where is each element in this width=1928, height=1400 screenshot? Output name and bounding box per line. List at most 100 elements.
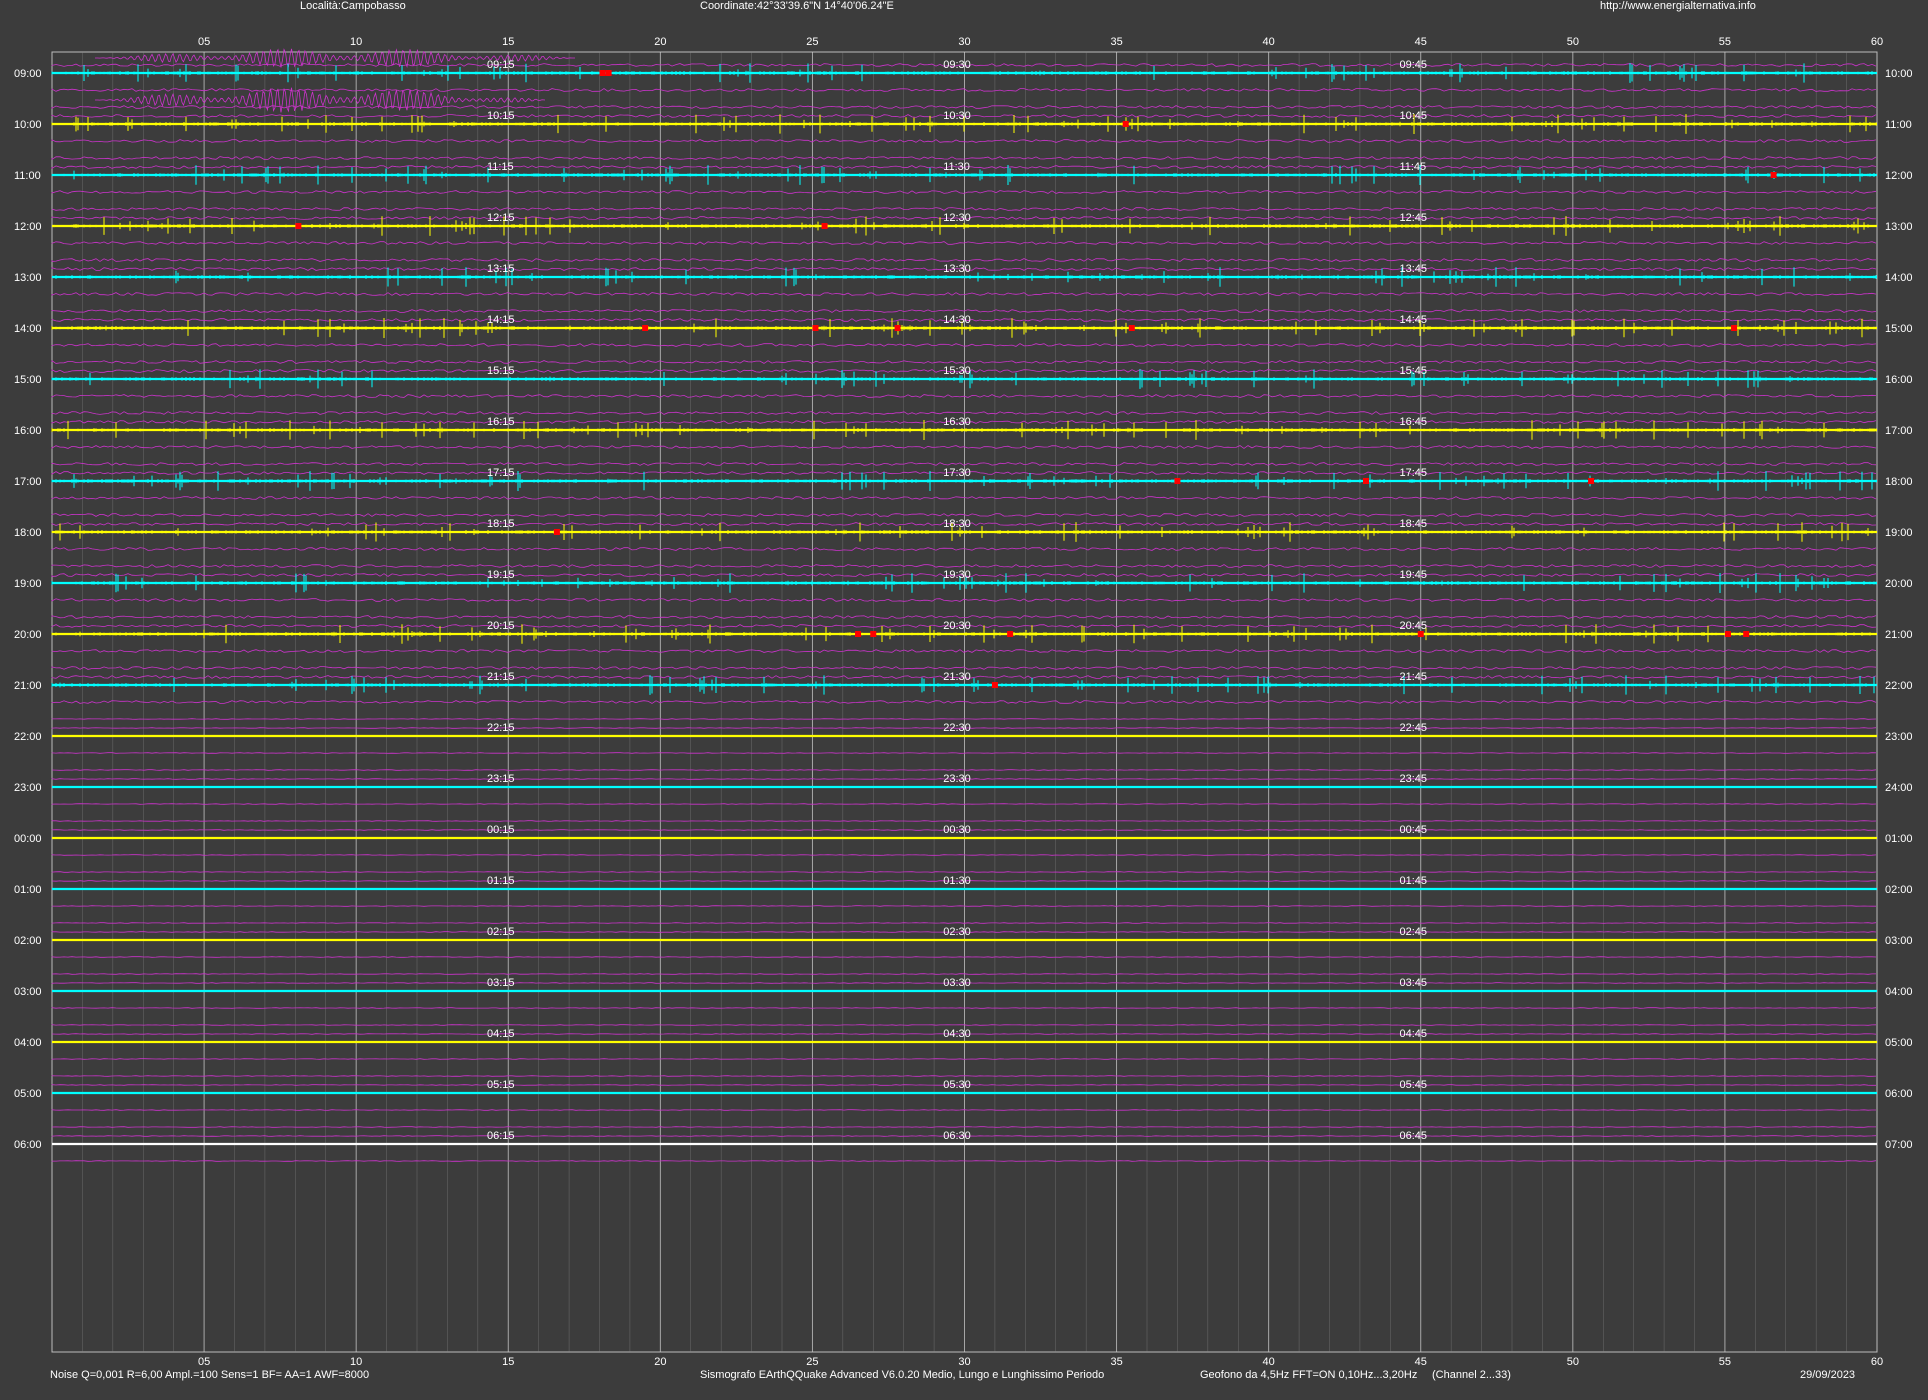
- noise-settings: Noise Q=0,001 R=6,00 Ampl.=100 Sens=1 BF…: [50, 1369, 370, 1381]
- minute-tick-label-top: 25: [806, 36, 818, 48]
- software-label: Sismografo EArthQQuake Advanced V6.0.20 …: [700, 1369, 1105, 1381]
- hour-label-right: 20:00: [1885, 578, 1913, 590]
- quarter-label: 15:45: [1399, 365, 1427, 377]
- quarter-label: 14:15: [487, 314, 515, 326]
- quarter-label: 02:30: [943, 926, 971, 938]
- quarter-label: 04:15: [487, 1028, 515, 1040]
- hour-label-left: 21:00: [14, 680, 42, 692]
- event-marker: [812, 325, 819, 331]
- quarter-label: 20:45: [1399, 620, 1427, 632]
- filtered-trace: [51, 820, 1877, 822]
- filtered-trace: [51, 1126, 1876, 1128]
- quarter-label: 04:45: [1399, 1028, 1427, 1040]
- quarter-label: 16:15: [487, 416, 515, 428]
- minute-tick-label-bottom: 20: [654, 1356, 666, 1368]
- quarter-label: 21:45: [1399, 671, 1427, 683]
- filtered-trace: [51, 905, 1876, 907]
- quarter-label: 16:45: [1399, 416, 1427, 428]
- hour-label-right: 04:00: [1885, 986, 1913, 998]
- quarter-label: 17:30: [943, 467, 971, 479]
- quarter-label: 12:15: [487, 212, 515, 224]
- quarter-label: 00:30: [943, 824, 971, 836]
- event-marker: [991, 682, 998, 688]
- quarter-label: 05:15: [487, 1079, 515, 1091]
- event-marker: [599, 70, 606, 76]
- quarter-label: 03:15: [487, 977, 515, 989]
- minute-tick-label-bottom: 10: [350, 1356, 362, 1368]
- minute-tick-label-bottom: 15: [502, 1356, 514, 1368]
- quarter-label: 19:45: [1399, 569, 1427, 581]
- quarter-label: 15:30: [943, 365, 971, 377]
- filtered-trace: [51, 1007, 1877, 1009]
- hour-label-left: 14:00: [14, 323, 42, 335]
- minute-tick-label-top: 50: [1567, 36, 1579, 48]
- hour-label-left: 11:00: [14, 170, 41, 182]
- hour-label-right: 01:00: [1885, 833, 1913, 845]
- quarter-label: 15:15: [487, 365, 515, 377]
- hour-label-right: 13:00: [1885, 221, 1913, 233]
- hour-label-right: 10:00: [1885, 68, 1913, 80]
- quarter-label: 13:45: [1399, 263, 1427, 275]
- hour-label-right: 24:00: [1885, 782, 1913, 794]
- quarter-label: 18:30: [943, 518, 971, 530]
- filtered-trace: [51, 1160, 1877, 1162]
- quarter-label: 11:15: [487, 161, 514, 173]
- hour-label-left: 23:00: [14, 782, 42, 794]
- quarter-label: 20:30: [943, 620, 971, 632]
- event-marker: [642, 325, 649, 331]
- quarter-label: 16:30: [943, 416, 971, 428]
- minute-tick-label-top: 40: [1263, 36, 1275, 48]
- hour-label-right: 19:00: [1885, 527, 1913, 539]
- event-marker: [1588, 478, 1595, 484]
- hour-label-left: 00:00: [14, 833, 42, 845]
- hour-label-left: 04:00: [14, 1037, 42, 1049]
- quarter-label: 02:45: [1399, 926, 1427, 938]
- filtered-trace: [51, 769, 1877, 771]
- hour-label-right: 23:00: [1885, 731, 1913, 743]
- quarter-label: 10:15: [487, 110, 515, 122]
- event-marker: [1724, 631, 1731, 637]
- hour-label-left: 19:00: [14, 578, 42, 590]
- filtered-trace: [51, 973, 1876, 975]
- hour-label-left: 15:00: [14, 374, 42, 386]
- minute-tick-label-bottom: 45: [1415, 1356, 1427, 1368]
- hour-label-left: 13:00: [14, 272, 42, 284]
- quarter-label: 05:30: [943, 1079, 971, 1091]
- quarter-label: 18:15: [487, 518, 515, 530]
- hour-label-right: 16:00: [1885, 374, 1913, 386]
- quarter-label: 12:30: [943, 212, 971, 224]
- hour-label-left: 02:00: [14, 935, 42, 947]
- filtered-trace: [51, 718, 1877, 720]
- event-marker: [295, 223, 302, 229]
- event-marker: [1770, 172, 1777, 178]
- hour-label-left: 10:00: [14, 119, 42, 131]
- quarter-label: 20:15: [487, 620, 515, 632]
- event-marker: [1128, 325, 1135, 331]
- hour-label-right: 15:00: [1885, 323, 1913, 335]
- filtered-trace: [51, 803, 1877, 805]
- filtered-trace: [51, 1024, 1877, 1026]
- quarter-label: 03:45: [1399, 977, 1427, 989]
- quarter-label: 23:30: [943, 773, 971, 785]
- event-marker: [1731, 325, 1738, 331]
- event-marker: [553, 529, 560, 535]
- hour-label-right: 03:00: [1885, 935, 1913, 947]
- hour-label-right: 06:00: [1885, 1088, 1913, 1100]
- quarter-label: 06:15: [487, 1130, 515, 1142]
- minute-tick-label-top: 30: [958, 36, 970, 48]
- minute-tick-label-bottom: 55: [1719, 1356, 1731, 1368]
- quarter-label: 21:30: [943, 671, 971, 683]
- hour-label-right: 07:00: [1885, 1139, 1913, 1151]
- quarter-label: 12:45: [1399, 212, 1427, 224]
- filtered-trace: [51, 956, 1877, 958]
- seismogram-plot: 05 05 10 10 15 15 20 20 25 25 30 30 35 35 40 40 45 45 50 50…: [14, 36, 1913, 1368]
- event-marker: [1363, 478, 1369, 484]
- filtered-trace: [51, 854, 1877, 856]
- hour-label-right: 02:00: [1885, 884, 1913, 896]
- hour-label-right: 22:00: [1885, 680, 1913, 692]
- quarter-label: 19:30: [943, 569, 971, 581]
- minute-tick-label-top: 45: [1415, 36, 1427, 48]
- minute-tick-label-top: 15: [502, 36, 514, 48]
- hour-label-left: 09:00: [14, 68, 42, 80]
- filtered-trace-burst: [95, 87, 546, 113]
